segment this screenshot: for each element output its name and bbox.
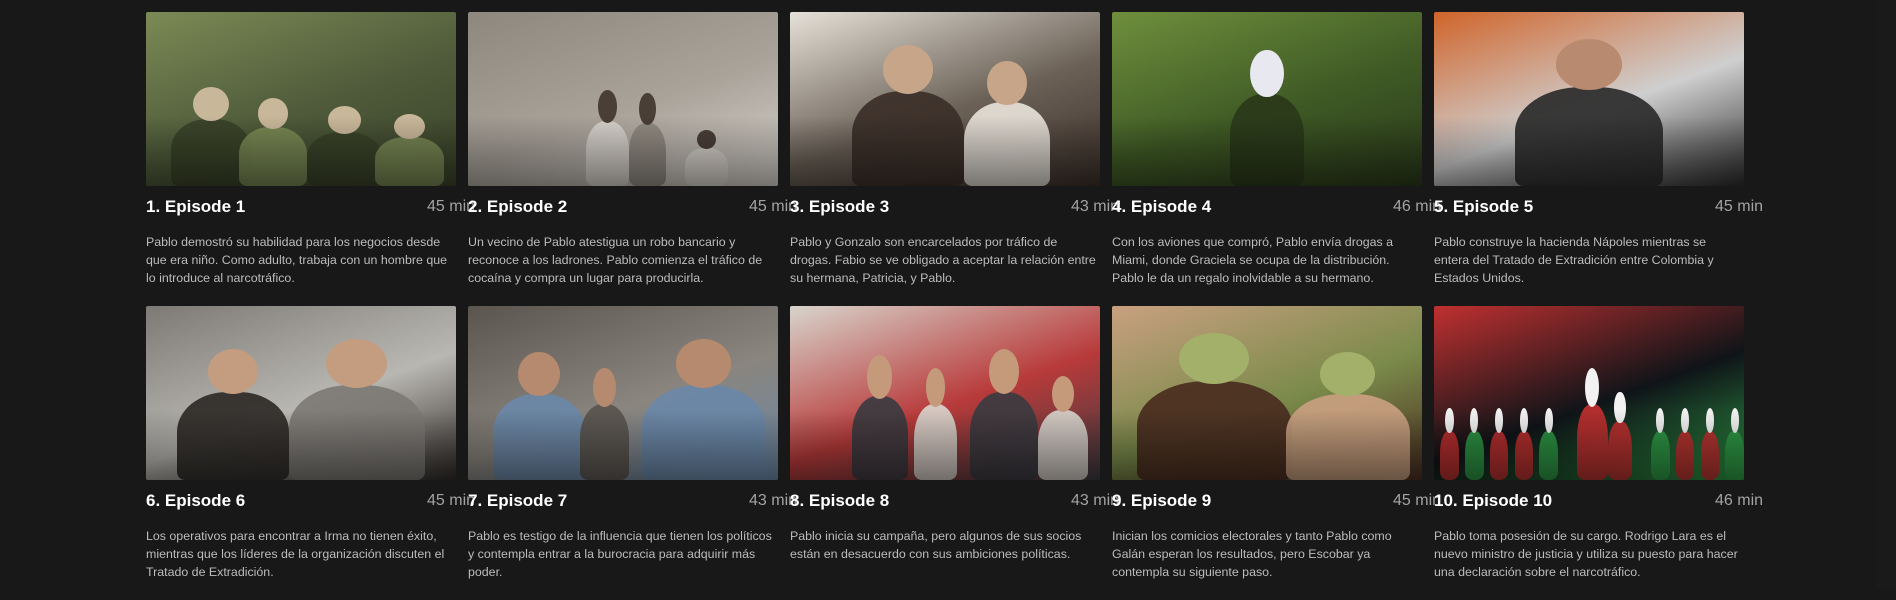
episode-title[interactable]: 1. Episode 1 <box>146 197 245 217</box>
scrollbar[interactable] <box>1876 0 1896 589</box>
episode-meta: 5. Episode 5 45 min <box>1434 197 1844 217</box>
episode-thumbnail[interactable] <box>1434 12 1744 186</box>
thumbnail-figure-head <box>987 61 1027 105</box>
episode-thumbnail[interactable] <box>1434 306 1744 480</box>
thumbnail-figure-head <box>1555 38 1623 90</box>
thumbnail-figure-head <box>326 339 388 389</box>
episode-card[interactable]: 3. Episode 3 43 min Pablo y Gonzalo son en… <box>790 12 1119 306</box>
episode-description: Con los aviones que compró, Pablo envía … <box>1112 235 1394 285</box>
episode-title[interactable]: 8. Episode 8 <box>790 491 889 511</box>
episode-thumbnail[interactable] <box>468 12 778 186</box>
episode-thumbnail[interactable] <box>1112 306 1422 480</box>
thumbnail-gradient <box>468 116 778 186</box>
thumbnail-figure-head <box>1250 49 1284 98</box>
episode-description: Pablo inicia su campaña, pero algunos de… <box>790 529 1082 561</box>
episode-card[interactable]: 4. Episode 4 46 min Con los aviones que co… <box>1112 12 1441 306</box>
episode-title[interactable]: 7. Episode 7 <box>468 491 567 511</box>
thumbnail-gradient <box>1434 410 1744 480</box>
episode-title[interactable]: 2. Episode 2 <box>468 197 567 217</box>
episode-thumbnail[interactable] <box>468 306 778 480</box>
thumbnail-figure-head <box>1179 332 1250 384</box>
episode-title[interactable]: 5. Episode 5 <box>1434 197 1533 217</box>
episode-title[interactable]: 6. Episode 6 <box>146 491 245 511</box>
thumbnail-figure-head <box>518 351 561 397</box>
episode-title[interactable]: 10. Episode 10 <box>1434 491 1552 511</box>
thumbnail-figure-head <box>882 45 933 95</box>
episode-card[interactable]: 2. Episode 2 45 min Un vecino de Pablo ate… <box>468 12 797 306</box>
episode-duration: 46 min <box>1715 492 1764 509</box>
thumbnail-gradient <box>1112 410 1422 480</box>
episode-description: Un vecino de Pablo atestigua un robo ban… <box>468 235 763 285</box>
episode-card[interactable]: 1. Episode 1 45 min Pablo demostró su habi… <box>146 12 475 306</box>
episode-card[interactable]: 6. Episode 6 45 min Los operativos para en… <box>146 306 475 600</box>
episode-title[interactable]: 9. Episode 9 <box>1112 491 1211 511</box>
thumbnail-figure-head <box>988 348 1020 395</box>
episode-duration: 45 min <box>1715 198 1764 215</box>
thumbnail-figure-head <box>867 355 893 399</box>
thumbnail-figure-head <box>925 367 946 407</box>
episode-grid: 1. Episode 1 45 min Pablo demostró su habi… <box>146 12 1763 600</box>
episode-title[interactable]: 3. Episode 3 <box>790 197 889 217</box>
thumbnail-figure-head <box>1051 375 1074 413</box>
thumbnail-gradient <box>146 116 456 186</box>
thumbnail-gradient <box>790 116 1100 186</box>
thumbnail-gradient <box>146 410 456 480</box>
episode-description: Pablo toma posesión de su cargo. Rodrigo… <box>1434 529 1738 579</box>
thumbnail-figure-head <box>1585 367 1600 407</box>
thumbnail-figure-head <box>593 367 616 407</box>
episode-title[interactable]: 4. Episode 4 <box>1112 197 1211 217</box>
episode-thumbnail[interactable] <box>146 12 456 186</box>
episode-card[interactable]: 9. Episode 9 45 min Inician los comicios e… <box>1112 306 1441 600</box>
thumbnail-figure-head <box>1319 351 1376 397</box>
thumbnail-figure-head <box>207 348 258 395</box>
thumbnail-gradient <box>1434 116 1744 186</box>
episode-description: Pablo construye la hacienda Nápoles mien… <box>1434 235 1714 285</box>
thumbnail-figure-head <box>675 339 732 389</box>
episode-card[interactable]: 7. Episode 7 43 min Pablo es testigo de la… <box>468 306 797 600</box>
episode-meta: 10. Episode 10 46 min <box>1434 491 1844 511</box>
episode-thumbnail[interactable] <box>790 306 1100 480</box>
episode-card[interactable]: 10. Episode 10 46 min Pablo toma posesión … <box>1434 306 1763 600</box>
episode-thumbnail[interactable] <box>1112 12 1422 186</box>
episode-description: Los operativos para encontrar a Irma no … <box>146 529 445 579</box>
thumbnail-gradient <box>790 410 1100 480</box>
scrollbar-track[interactable] <box>1876 0 1896 589</box>
episode-card[interactable]: 8. Episode 8 43 min Pablo inicia su campañ… <box>790 306 1119 600</box>
episode-description: Inician los comicios electorales y tanto… <box>1112 529 1392 579</box>
episode-description: Pablo demostró su habilidad para los neg… <box>146 235 448 285</box>
episode-thumbnail[interactable] <box>790 12 1100 186</box>
episode-description: Pablo y Gonzalo son encarcelados por trá… <box>790 235 1096 285</box>
episode-card[interactable]: 5. Episode 5 45 min Pablo construye la hac… <box>1434 12 1763 306</box>
episode-description: Pablo es testigo de la influencia que ti… <box>468 529 772 579</box>
episode-thumbnail[interactable] <box>146 306 456 480</box>
thumbnail-gradient <box>468 410 778 480</box>
thumbnail-gradient <box>1112 116 1422 186</box>
